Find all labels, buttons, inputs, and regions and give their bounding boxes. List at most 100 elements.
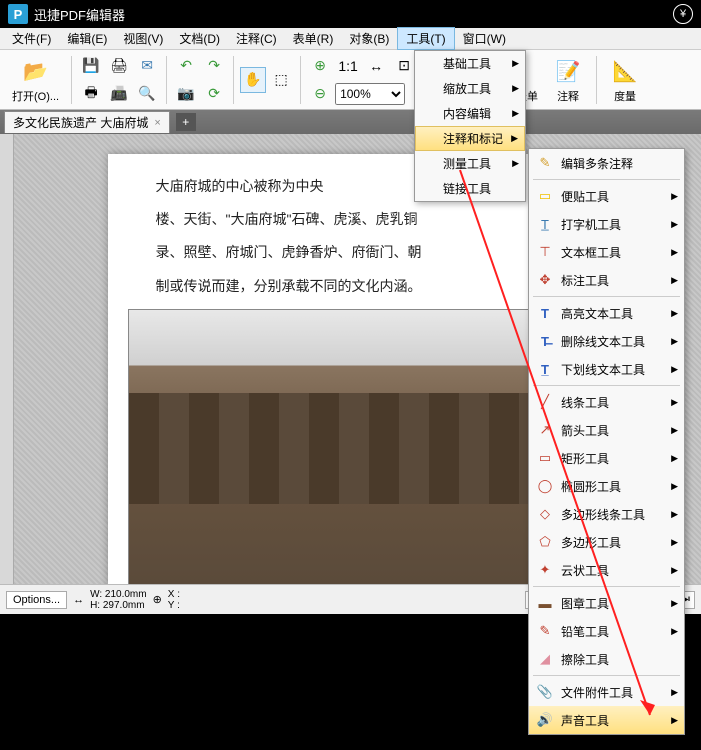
submenu-sep: [533, 179, 680, 180]
annot-item-21[interactable]: ◢擦除工具: [529, 645, 684, 673]
app-logo: P: [8, 4, 28, 24]
options-button[interactable]: Options...: [6, 591, 67, 609]
annotate-button[interactable]: 📝 注释: [546, 54, 590, 106]
tools-item-4[interactable]: 测量工具▶: [415, 151, 525, 176]
app-title: 迅捷PDF编辑器: [34, 5, 125, 24]
menu-2[interactable]: 视图(V): [115, 28, 171, 49]
tools-item-1[interactable]: 缩放工具▶: [415, 76, 525, 101]
tool-icon: ◯: [535, 477, 555, 495]
undo-icon[interactable]: ↶: [173, 53, 199, 79]
annot-item-15[interactable]: ◇多边形线条工具▶: [529, 500, 684, 528]
tools-item-3[interactable]: 注释和标记▶: [415, 126, 525, 151]
scan-icon[interactable]: 📠: [106, 81, 132, 107]
note-icon: 📝: [552, 56, 584, 88]
select-tool-icon[interactable]: ⬚: [268, 67, 294, 93]
annot-item-17[interactable]: ✦云状工具▶: [529, 556, 684, 584]
open-button[interactable]: 📂 打开(O)...: [6, 54, 65, 106]
annot-item-14[interactable]: ◯椭圆形工具▶: [529, 472, 684, 500]
annot-item-16[interactable]: ⬠多边形工具▶: [529, 528, 684, 556]
annot-item-3[interactable]: T̲打字机工具▶: [529, 210, 684, 238]
menubar: 文件(F)编辑(E)视图(V)文档(D)注释(C)表单(R)对象(B)工具(T)…: [0, 28, 701, 50]
submenu-sep: [533, 385, 680, 386]
ruler-icon: 📐: [609, 56, 641, 88]
measure-button[interactable]: 📐 度量: [603, 54, 647, 106]
redo-icon[interactable]: ↷: [201, 53, 227, 79]
tool-icon: ✥: [535, 271, 555, 289]
tool-icon: ◇: [535, 505, 555, 523]
tools-item-0[interactable]: 基础工具▶: [415, 51, 525, 76]
tool-icon: ▭: [535, 187, 555, 205]
tool-icon: T̲: [535, 215, 555, 233]
close-tab-icon[interactable]: ×: [154, 117, 160, 129]
cursor-position: X : Y :: [168, 589, 180, 611]
annot-item-5[interactable]: ✥标注工具▶: [529, 266, 684, 294]
annot-item-4[interactable]: ⊤文本框工具▶: [529, 238, 684, 266]
fit-page-icon[interactable]: 1:1: [335, 53, 361, 79]
sidebar-strip[interactable]: [0, 134, 14, 584]
annot-item-11[interactable]: ╱线条工具▶: [529, 388, 684, 416]
document-image: [128, 309, 588, 584]
refresh-icon[interactable]: ⟳: [201, 81, 227, 107]
toolbar: 📂 打开(O)... 💾 🖨 ✉ 🖶 📠 🔍 ↶ ↷ 📷 ⟳ ✋ ⬚: [0, 50, 701, 110]
annot-item-12[interactable]: ↗箭头工具▶: [529, 416, 684, 444]
crosshair-icon: ⊕: [153, 593, 162, 606]
annot-item-9[interactable]: T̲下划线文本工具▶: [529, 355, 684, 383]
document-tab[interactable]: 多文化民族遗产 大庙府城 ×: [4, 111, 170, 133]
titlebar: P 迅捷PDF编辑器 ¥: [0, 0, 701, 28]
tool-icon: T̲: [535, 360, 555, 378]
add-tab-button[interactable]: +: [176, 113, 196, 131]
tool-icon: ⬠: [535, 533, 555, 551]
mail-icon[interactable]: ✉: [134, 53, 160, 79]
menu-7[interactable]: 工具(T): [397, 27, 454, 50]
tool-icon: ◢: [535, 650, 555, 668]
tool-icon: T: [535, 304, 555, 322]
search-icon[interactable]: 🔍: [134, 81, 160, 107]
resize-handle-icon[interactable]: ↔: [73, 594, 84, 606]
tool-icon: T̶: [535, 332, 555, 350]
tools-item-2[interactable]: 内容编辑▶: [415, 101, 525, 126]
menu-4[interactable]: 注释(C): [228, 28, 285, 49]
camera-icon[interactable]: 📷: [173, 81, 199, 107]
annot-item-19[interactable]: ▬图章工具▶: [529, 589, 684, 617]
tool-icon: ▬: [535, 594, 555, 612]
fit-width-icon[interactable]: ↔: [363, 53, 389, 79]
zoom-in-icon[interactable]: ⊕: [307, 53, 333, 79]
annot-item-2[interactable]: ▭便贴工具▶: [529, 182, 684, 210]
zoom-select[interactable]: 100%: [335, 83, 405, 105]
tool-icon: ╱: [535, 393, 555, 411]
menu-6[interactable]: 对象(B): [341, 28, 397, 49]
submenu-sep: [533, 675, 680, 676]
tool-icon: 📎: [535, 683, 555, 701]
annot-item-24[interactable]: 🔊声音工具▶: [529, 706, 684, 734]
annot-item-8[interactable]: T̶删除线文本工具▶: [529, 327, 684, 355]
hand-tool-icon[interactable]: ✋: [240, 67, 266, 93]
tools-menu: 基础工具▶缩放工具▶内容编辑▶注释和标记▶测量工具▶链接工具: [414, 50, 526, 202]
tool-icon: ✎: [535, 154, 555, 172]
menu-0[interactable]: 文件(F): [4, 28, 59, 49]
menu-1[interactable]: 编辑(E): [59, 28, 115, 49]
annot-item-23[interactable]: 📎文件附件工具▶: [529, 678, 684, 706]
printer-icon[interactable]: 🖶: [78, 81, 104, 107]
menu-8[interactable]: 窗口(W): [455, 28, 514, 49]
menu-3[interactable]: 文档(D): [171, 28, 228, 49]
print-icon[interactable]: 🖨: [106, 53, 132, 79]
folder-open-icon: 📂: [20, 56, 52, 88]
tools-item-5[interactable]: 链接工具: [415, 176, 525, 201]
annot-item-0[interactable]: ✎编辑多条注释: [529, 149, 684, 177]
annot-item-7[interactable]: T高亮文本工具▶: [529, 299, 684, 327]
page-dimensions: W: 210.0mm H: 297.0mm: [90, 589, 147, 611]
currency-icon[interactable]: ¥: [673, 4, 693, 24]
save-icon[interactable]: 💾: [78, 53, 104, 79]
tool-icon: ✦: [535, 561, 555, 579]
tabbar: 多文化民族遗产 大庙府城 × +: [0, 110, 701, 134]
tool-icon: ⊤: [535, 243, 555, 261]
tool-icon: 🔊: [535, 711, 555, 729]
menu-5[interactable]: 表单(R): [285, 28, 342, 49]
zoom-out-icon[interactable]: ⊖: [307, 81, 333, 107]
annot-item-13[interactable]: ▭矩形工具▶: [529, 444, 684, 472]
annot-item-20[interactable]: ✎铅笔工具▶: [529, 617, 684, 645]
annotation-submenu: ✎编辑多条注释 ▭便贴工具▶T̲打字机工具▶⊤文本框工具▶✥标注工具▶ T高亮文本工…: [528, 148, 685, 735]
tool-icon: ▭: [535, 449, 555, 467]
submenu-sep: [533, 296, 680, 297]
tool-icon: ✎: [535, 622, 555, 640]
